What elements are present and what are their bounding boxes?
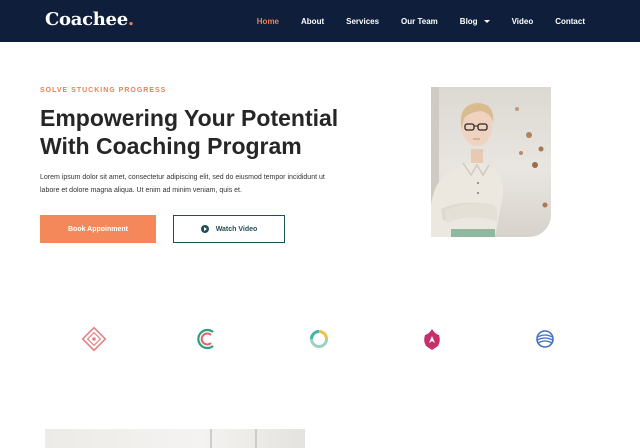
hero-eyebrow: SOLVE STUCKING PROGRESS <box>40 87 167 94</box>
chevron-down-icon <box>483 19 490 23</box>
brand-name: Coachee <box>45 9 128 30</box>
brand-logo[interactable]: Coachee. <box>45 9 134 30</box>
hero-title-line-2: With Coaching Program <box>40 133 302 159</box>
nav-item-home[interactable]: Home <box>257 17 279 26</box>
nav-item-about[interactable]: About <box>301 17 324 26</box>
nav-item-contact[interactable]: Contact <box>555 17 585 26</box>
coach-portrait-image <box>431 87 551 237</box>
hero-title-line-1: Empowering Your Potential <box>40 105 339 131</box>
nav-item-blog-label: Blog <box>459 16 478 26</box>
portrait-illustration <box>431 87 548 237</box>
partner-flame-logo <box>419 326 445 352</box>
site-header: Coachee. Home About Services Our Team Bl… <box>0 0 640 42</box>
nav-item-services[interactable]: Services <box>346 17 379 26</box>
about-section-image <box>45 429 305 448</box>
hero-description: Lorem ipsum dolor sit amet, consectetur … <box>40 171 380 197</box>
main-nav: Home About Services Our Team Blog Video … <box>235 0 585 42</box>
nav-item-our-team[interactable]: Our Team <box>401 17 438 26</box>
watch-video-label: Watch Video <box>215 225 258 233</box>
book-appointment-button[interactable]: Book Appoinment <box>40 215 156 243</box>
hero-description-line-1: Lorem ipsum dolor sit amet, consectetur … <box>40 174 325 181</box>
partner-spiral-c-logo <box>194 326 220 352</box>
watch-video-button[interactable]: Watch Video <box>173 215 285 243</box>
nav-item-blog[interactable]: Blog <box>460 17 490 26</box>
partner-globe-logo <box>532 326 558 352</box>
partner-ring-logo <box>306 326 332 352</box>
hero-description-line-2: labore et dolore magna aliqua. Ut enim a… <box>40 187 242 194</box>
brand-dot: . <box>127 9 134 30</box>
partner-diamond-logo <box>81 326 107 352</box>
hero-title: Empowering Your Potential With Coaching … <box>40 104 400 160</box>
play-icon <box>200 225 209 233</box>
nav-item-video[interactable]: Video <box>512 17 534 26</box>
